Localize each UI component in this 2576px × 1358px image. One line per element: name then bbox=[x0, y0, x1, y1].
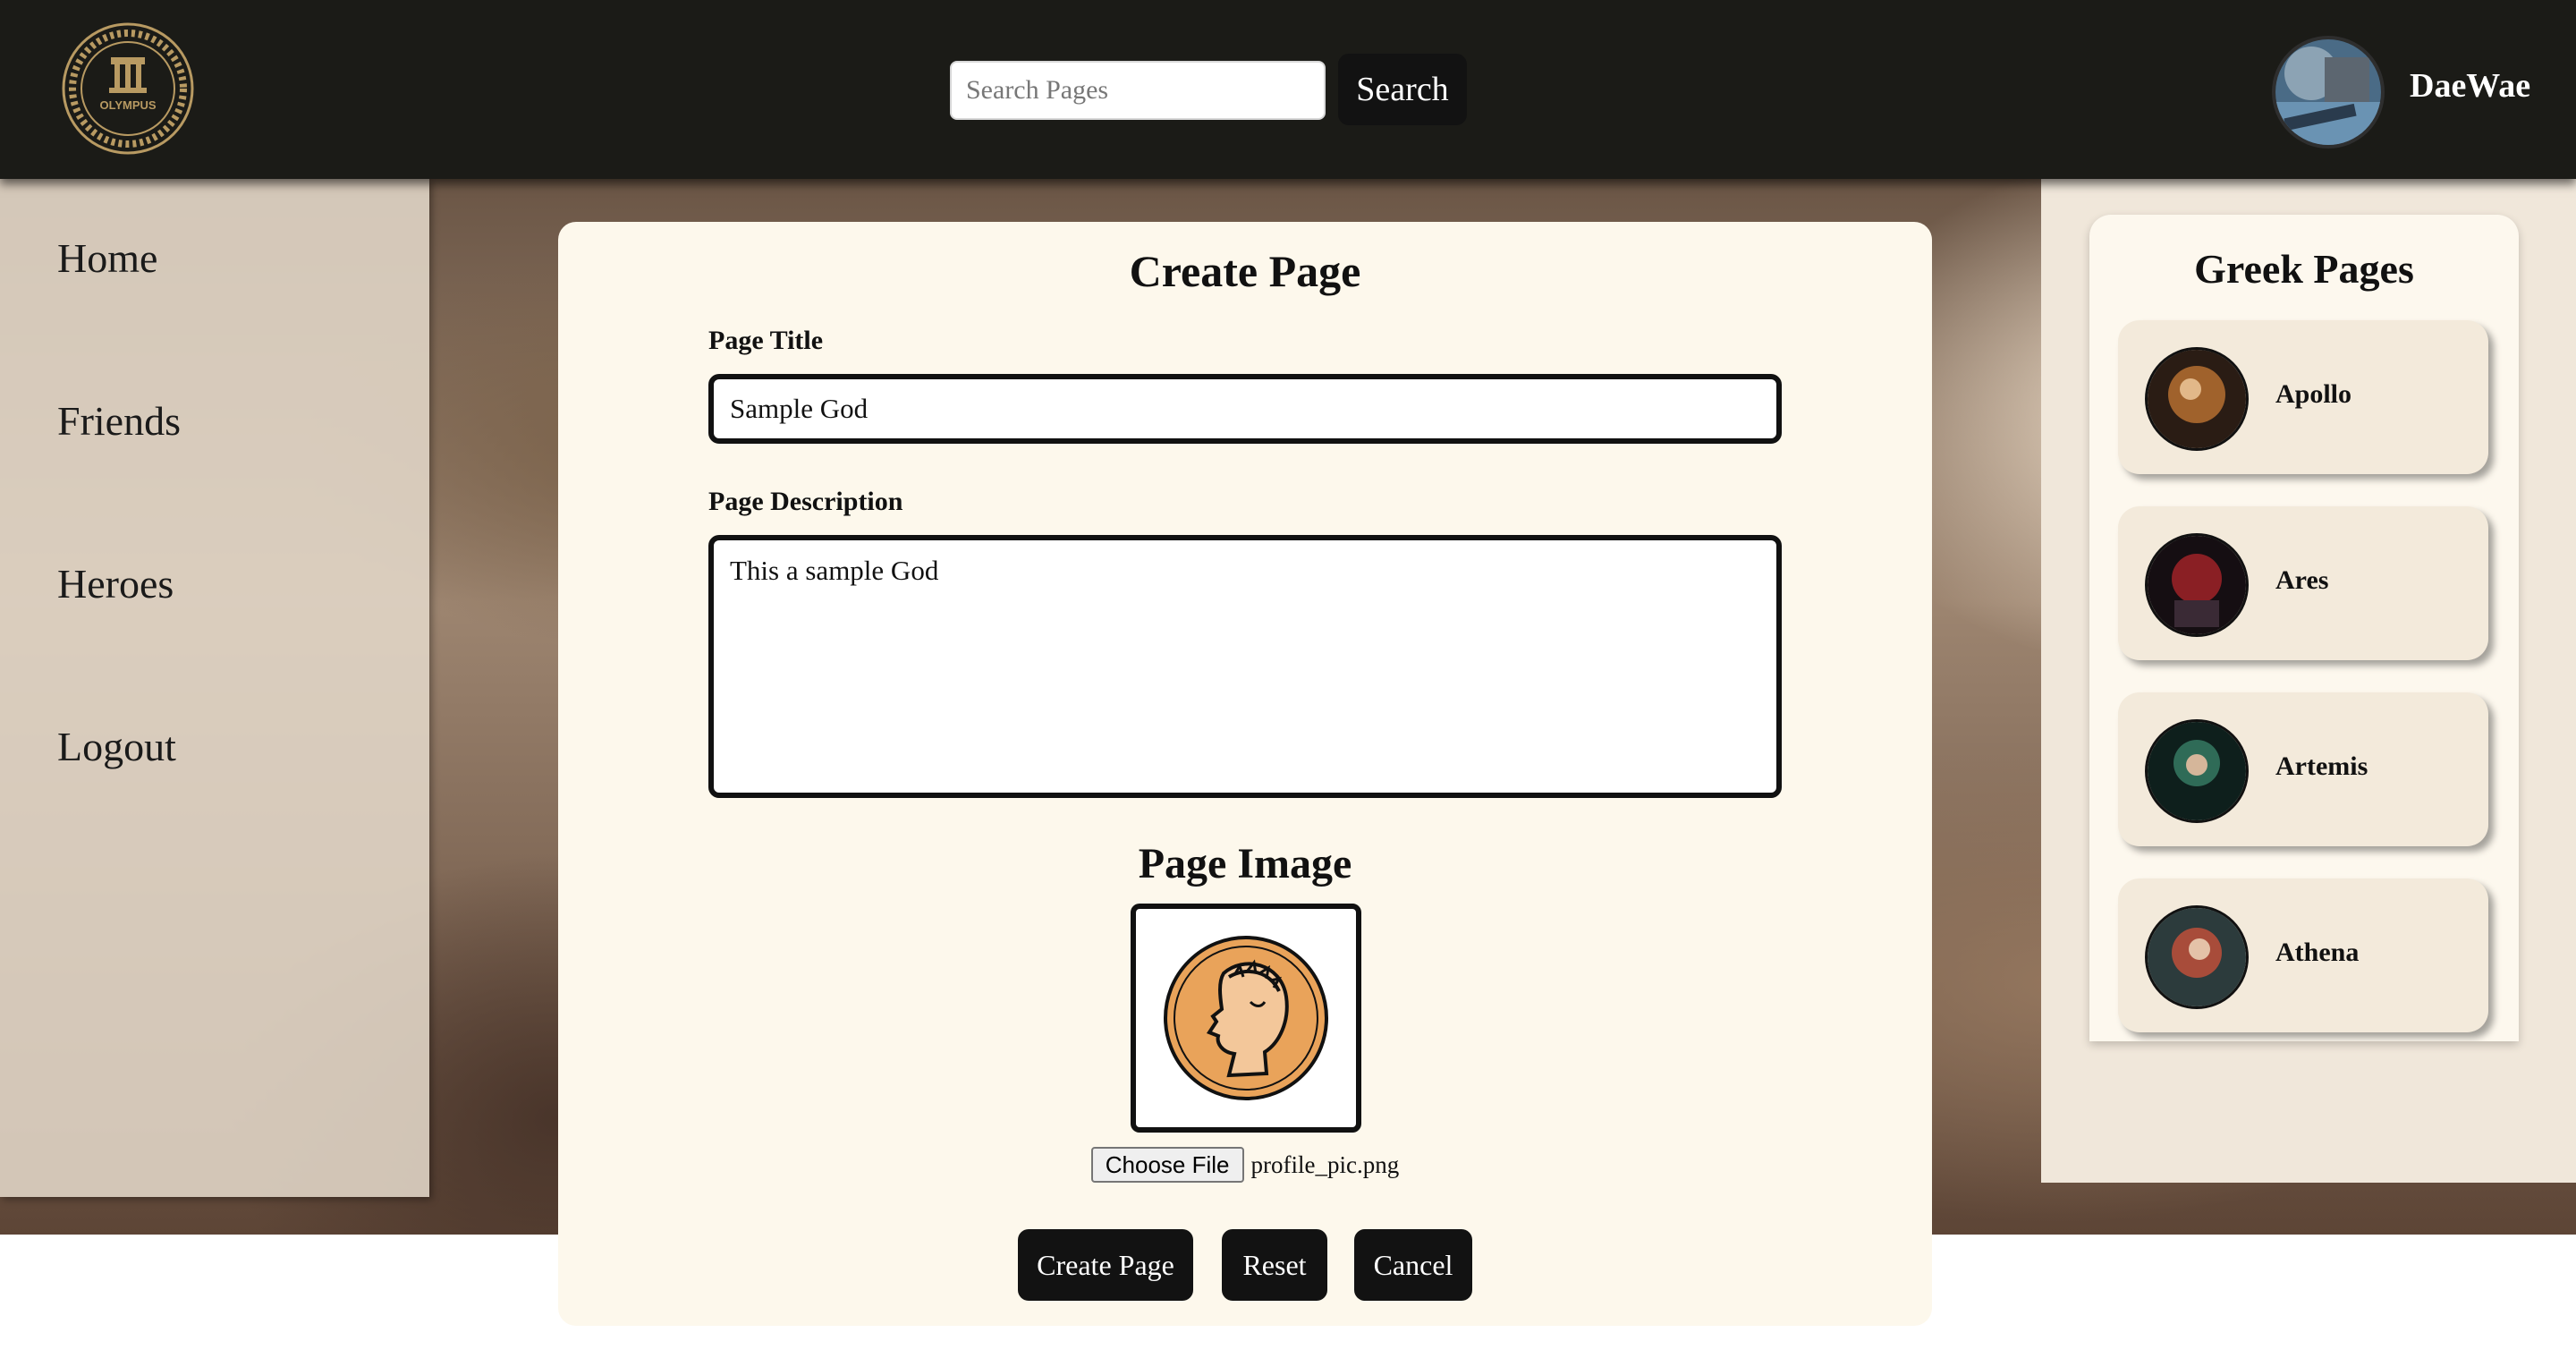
god-name: Athena bbox=[2275, 938, 2360, 967]
create-page-form: Create Page Page Title Page Description … bbox=[558, 222, 1932, 1326]
page-image-heading: Page Image bbox=[1138, 840, 1352, 887]
god-name: Ares bbox=[2275, 565, 2329, 595]
god-avatar bbox=[2145, 905, 2249, 1009]
olympus-logo[interactable]: OLYMPUS bbox=[61, 21, 195, 156]
nav-item-home[interactable]: Home bbox=[57, 234, 157, 282]
page-description-input[interactable]: This a sample God bbox=[708, 535, 1782, 798]
svg-text:OLYMPUS: OLYMPUS bbox=[99, 98, 156, 112]
reset-button[interactable]: Reset bbox=[1222, 1229, 1327, 1301]
greek-page-card-artemis[interactable]: Artemis bbox=[2118, 692, 2488, 846]
page-title-input[interactable] bbox=[708, 374, 1782, 444]
search-input[interactable] bbox=[950, 61, 1326, 120]
greek-page-card-athena[interactable]: Athena bbox=[2118, 878, 2488, 1032]
top-header: OLYMPUS Search DaeWae bbox=[0, 0, 2576, 179]
file-picker-row: Choose File profile_pic.png bbox=[558, 1147, 1932, 1183]
god-avatar bbox=[2145, 719, 2249, 823]
god-name: Apollo bbox=[2275, 379, 2352, 409]
nav-item-logout[interactable]: Logout bbox=[57, 723, 176, 770]
selected-file-name: profile_pic.png bbox=[1250, 1150, 1400, 1178]
create-page-button[interactable]: Create Page bbox=[1018, 1229, 1193, 1301]
choose-file-button[interactable]: Choose File bbox=[1090, 1147, 1244, 1183]
nav-item-heroes[interactable]: Heroes bbox=[57, 560, 174, 607]
page-image-preview bbox=[1131, 904, 1361, 1133]
greek-pages-title: Greek Pages bbox=[2194, 246, 2414, 292]
coin-profile-icon bbox=[1164, 936, 1328, 1100]
greek-page-card-apollo[interactable]: Apollo bbox=[2118, 320, 2488, 474]
sidebar-nav: Home Friends Heroes Logout bbox=[0, 179, 429, 1197]
nav-item-friends[interactable]: Friends bbox=[57, 397, 181, 445]
god-avatar bbox=[2145, 533, 2249, 637]
god-name: Artemis bbox=[2275, 751, 2368, 781]
greek-page-card-ares[interactable]: Ares bbox=[2118, 506, 2488, 660]
user-avatar[interactable] bbox=[2272, 36, 2385, 149]
page-title-label: Page Title bbox=[708, 326, 824, 355]
god-avatar bbox=[2145, 347, 2249, 451]
page-description-label: Page Description bbox=[708, 487, 903, 516]
greek-pages-panel: Greek Pages Apollo Ares Artemis Athena bbox=[2089, 215, 2519, 1041]
username: DaeWae bbox=[2410, 67, 2531, 105]
search-button[interactable]: Search bbox=[1338, 54, 1467, 125]
form-title: Create Page bbox=[1129, 246, 1361, 296]
cancel-button[interactable]: Cancel bbox=[1354, 1229, 1472, 1301]
